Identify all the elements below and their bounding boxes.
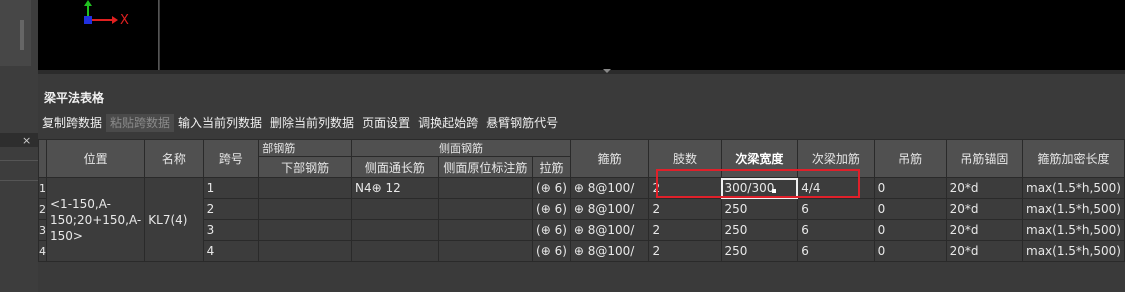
cell-stirrup-dense-length[interactable]: max(1.5*h,500) bbox=[1022, 240, 1125, 262]
cell-stirrup[interactable]: ⊕ 8@100/ bbox=[569, 198, 650, 220]
cell-side-in-situ[interactable] bbox=[437, 240, 534, 262]
cell-span[interactable]: 3 bbox=[202, 219, 260, 241]
cell-stirrup-dense-length[interactable]: max(1.5*h,500) bbox=[1022, 198, 1125, 220]
cell-sec-beam-width[interactable]: 250 bbox=[720, 219, 799, 241]
cell-hanger[interactable]: 0 bbox=[873, 219, 947, 241]
col-header-sec-beam-add[interactable]: 次梁加筋 bbox=[797, 139, 875, 178]
beam-table: 位置 名称 跨号 部钢筋 侧面钢筋 箍筋 肢数 次梁宽度 次梁加筋 吊筋 吊筋锚… bbox=[38, 139, 1125, 262]
left-dock: × bbox=[0, 0, 38, 292]
paste-span-data-button[interactable]: 粘贴跨数据 bbox=[106, 114, 175, 132]
row-number[interactable]: 1 bbox=[38, 177, 47, 199]
cell-tie[interactable]: (⊕ 6) bbox=[532, 240, 571, 262]
scrollbar[interactable] bbox=[20, 20, 24, 50]
divider bbox=[0, 160, 38, 161]
col-header-side-through[interactable]: 侧面通长筋 bbox=[351, 156, 439, 178]
col-header-position[interactable]: 位置 bbox=[45, 139, 146, 178]
cell-side-through[interactable] bbox=[351, 219, 439, 241]
cell-stirrup-dense-length[interactable]: max(1.5*h,500) bbox=[1022, 219, 1125, 241]
cell-hanger[interactable]: 0 bbox=[873, 198, 947, 220]
panel-title: 梁平法表格 bbox=[44, 91, 105, 105]
row-number[interactable]: 4 bbox=[38, 240, 47, 262]
col-header-side-in-situ[interactable]: 侧面原位标注筋 bbox=[437, 156, 534, 178]
cell-bottom-rebar[interactable] bbox=[258, 177, 353, 199]
cell-legs[interactable]: 2 bbox=[648, 177, 722, 199]
cell-tie[interactable]: (⊕ 6) bbox=[532, 198, 571, 220]
cell-legs[interactable]: 2 bbox=[648, 198, 722, 220]
delete-column-data-button[interactable]: 删除当前列数据 bbox=[266, 114, 358, 132]
cell-side-in-situ[interactable] bbox=[437, 177, 534, 199]
cell-bottom-rebar[interactable] bbox=[258, 219, 353, 241]
col-header-side-rebar[interactable]: 侧面钢筋 bbox=[351, 139, 571, 157]
mini-viewport[interactable]: X bbox=[38, 0, 159, 70]
cell-stirrup[interactable]: ⊕ 8@100/ bbox=[569, 177, 650, 199]
cell-hanger-anchor[interactable]: 20*d bbox=[945, 198, 1024, 220]
divider bbox=[0, 180, 38, 181]
cell-side-in-situ[interactable] bbox=[437, 198, 534, 220]
row-number[interactable]: 2 bbox=[38, 198, 47, 220]
col-header-stirrup-dense-length[interactable]: 箍筋加密长度 bbox=[1022, 139, 1125, 178]
swap-start-span-button[interactable]: 调换起始跨 bbox=[414, 114, 482, 132]
cell-hanger[interactable]: 0 bbox=[873, 240, 947, 262]
cell-bottom-rebar[interactable] bbox=[258, 240, 353, 262]
left-dock-top bbox=[0, 0, 31, 66]
col-header-bottom-rebar[interactable]: 下部钢筋 bbox=[258, 156, 353, 178]
row-header-corner bbox=[38, 139, 47, 178]
cell-span[interactable]: 4 bbox=[202, 240, 260, 262]
cell-sec-beam-width[interactable]: 300/300 bbox=[720, 177, 799, 199]
cell-sec-beam-width[interactable]: 250 bbox=[720, 240, 799, 262]
fill-handle[interactable] bbox=[772, 189, 776, 193]
cell-stirrup[interactable]: ⊕ 8@100/ bbox=[569, 219, 650, 241]
cell-stirrup-dense-length[interactable]: max(1.5*h,500) bbox=[1022, 177, 1125, 199]
input-column-data-button[interactable]: 输入当前列数据 bbox=[174, 114, 266, 132]
cell-side-through[interactable] bbox=[351, 240, 439, 262]
col-header-stirrup[interactable]: 箍筋 bbox=[569, 139, 650, 178]
cell-sec-beam-add[interactable]: 6 bbox=[797, 219, 875, 241]
cell-side-through[interactable] bbox=[351, 198, 439, 220]
col-header-hanger[interactable]: 吊筋 bbox=[873, 139, 947, 178]
cell-sec-beam-add[interactable]: 6 bbox=[797, 198, 875, 220]
cell-legs[interactable]: 2 bbox=[648, 219, 722, 241]
cell-side-through[interactable]: N4⊕ 12 bbox=[351, 177, 439, 199]
cell-span[interactable]: 2 bbox=[202, 198, 260, 220]
cell-stirrup[interactable]: ⊕ 8@100/ bbox=[569, 240, 650, 262]
table-row[interactable]: 1 <1-150,A-150;20+150,A-150> KL7(4) 1 N4… bbox=[38, 177, 1125, 262]
cell-hanger[interactable]: 0 bbox=[873, 177, 947, 199]
col-header-name[interactable]: 名称 bbox=[144, 139, 204, 178]
cell-span[interactable]: 1 bbox=[202, 177, 260, 199]
cell-sec-beam-add[interactable]: 4/4 bbox=[797, 177, 875, 199]
cell-position[interactable]: <1-150,A-150;20+150,A-150> bbox=[45, 177, 146, 262]
page-setup-button[interactable]: 页面设置 bbox=[358, 114, 414, 132]
close-icon[interactable]: × bbox=[22, 134, 31, 147]
splitter-grip-icon[interactable] bbox=[603, 69, 611, 73]
cantilever-rebar-code-button[interactable]: 悬臂钢筋代号 bbox=[482, 114, 562, 132]
cell-legs[interactable]: 2 bbox=[648, 240, 722, 262]
cell-sec-beam-add[interactable]: 6 bbox=[797, 240, 875, 262]
cell-side-in-situ[interactable] bbox=[437, 219, 534, 241]
main-viewport[interactable] bbox=[160, 0, 1125, 70]
cell-tie[interactable]: (⊕ 6) bbox=[532, 177, 571, 199]
axis-x-label: X bbox=[120, 13, 129, 28]
cell-name[interactable]: KL7(4) bbox=[144, 177, 204, 262]
toolbar: 复制跨数据 粘贴跨数据 输入当前列数据 删除当前列数据 页面设置 调换起始跨 悬… bbox=[38, 114, 562, 132]
coordinate-axis-icon: X bbox=[84, 0, 129, 28]
col-header-tie[interactable]: 拉筋 bbox=[532, 156, 571, 178]
col-header-hanger-anchor[interactable]: 吊筋锚固 bbox=[945, 139, 1024, 178]
copy-span-data-button[interactable]: 复制跨数据 bbox=[38, 114, 106, 132]
row-number[interactable]: 3 bbox=[38, 219, 47, 241]
col-header-legs[interactable]: 肢数 bbox=[648, 139, 722, 178]
col-header-span[interactable]: 跨号 bbox=[202, 139, 260, 178]
cell-hanger-anchor[interactable]: 20*d bbox=[945, 219, 1024, 241]
cell-hanger-anchor[interactable]: 20*d bbox=[945, 177, 1024, 199]
cell-sec-beam-width[interactable]: 250 bbox=[720, 198, 799, 220]
cell-bottom-rebar[interactable] bbox=[258, 198, 353, 220]
cell-tie[interactable]: (⊕ 6) bbox=[532, 219, 571, 241]
left-dock-header bbox=[0, 133, 38, 147]
beam-table-panel: 梁平法表格 复制跨数据 粘贴跨数据 输入当前列数据 删除当前列数据 页面设置 调… bbox=[38, 74, 1125, 292]
cell-hanger-anchor[interactable]: 20*d bbox=[945, 240, 1024, 262]
col-header-sec-beam-width[interactable]: 次梁宽度 bbox=[720, 139, 799, 178]
col-header-top-rebar[interactable]: 部钢筋 bbox=[258, 139, 353, 157]
